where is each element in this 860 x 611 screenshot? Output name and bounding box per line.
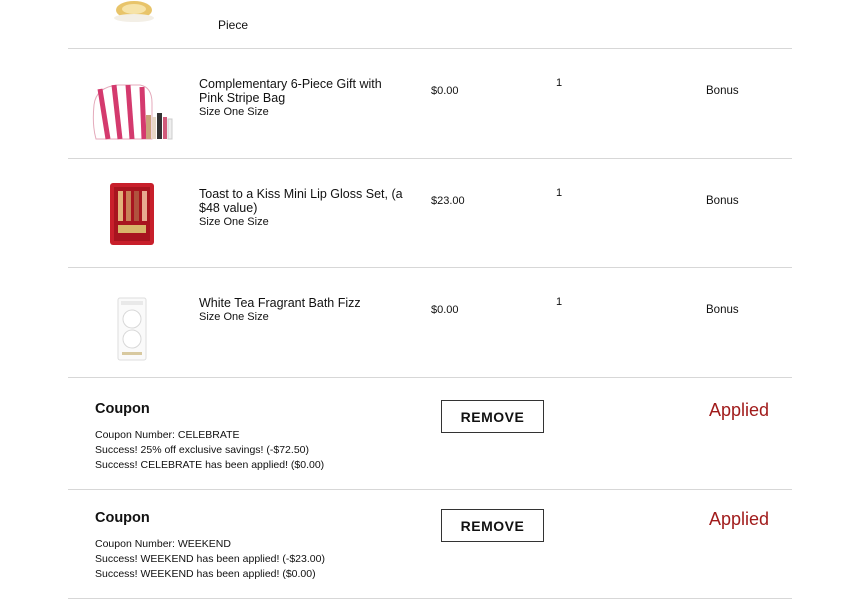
- coupon-title: Coupon: [95, 510, 150, 526]
- coupon-number: Coupon Number: WEEKEND: [95, 538, 231, 550]
- product-quantity: 1: [556, 77, 563, 89]
- product-thumbnail[interactable]: [88, 59, 176, 147]
- coupon-message: Success! WEEKEND has been applied! ($0.0…: [95, 568, 316, 580]
- cart-item-row: Toast to a Kiss Mini Lip Gloss Set, (a $…: [68, 159, 792, 268]
- product-thumbnail-partial: [114, 1, 154, 22]
- coupon-message: Success! WEEKEND has been applied! (-$23…: [95, 553, 325, 565]
- coupon-details: Coupon Number: CELEBRATE Success! 25% of…: [95, 428, 324, 473]
- product-name-link[interactable]: Complementary 6-Piece Gift with Pink Str…: [199, 77, 409, 119]
- product-status: Bonus: [706, 85, 739, 97]
- product-name[interactable]: Complementary 6-Piece Gift with Pink Str…: [199, 77, 382, 105]
- coupon-details: Coupon Number: WEEKEND Success! WEEKEND …: [95, 537, 325, 582]
- product-status: Bonus: [706, 304, 739, 316]
- product-name[interactable]: White Tea Fragrant Bath Fizz: [199, 296, 361, 310]
- remove-coupon-button[interactable]: REMOVE: [441, 509, 544, 542]
- coupon-row: Coupon Coupon Number: WEEKEND Success! W…: [68, 487, 792, 599]
- partial-item-name: Piece: [218, 18, 249, 32]
- cart-item-row: White Tea Fragrant Bath Fizz Size One Si…: [68, 268, 792, 377]
- product-size: Size One Size: [199, 311, 269, 323]
- coupon-number: Coupon Number: CELEBRATE: [95, 429, 240, 441]
- product-name[interactable]: Toast to a Kiss Mini Lip Gloss Set, (a $…: [199, 187, 403, 215]
- remove-coupon-button[interactable]: REMOVE: [441, 400, 544, 433]
- product-name-link[interactable]: White Tea Fragrant Bath Fizz Size One Si…: [199, 296, 409, 324]
- product-price: $0.00: [431, 304, 459, 316]
- coupon-status: Applied: [709, 400, 770, 420]
- divider: [68, 598, 792, 599]
- product-quantity: 1: [556, 296, 563, 308]
- cart-item-row: Complementary 6-Piece Gift with Pink Str…: [68, 49, 792, 158]
- product-size: Size One Size: [199, 216, 269, 228]
- product-price: $23.00: [431, 195, 465, 207]
- coupon-status: Applied: [709, 509, 770, 529]
- coupon-message: Success! CELEBRATE has been applied! ($0…: [95, 459, 325, 471]
- product-status: Bonus: [706, 195, 739, 207]
- product-thumbnail[interactable]: [88, 169, 176, 257]
- product-thumbnail[interactable]: [88, 278, 176, 366]
- product-size: Size One Size: [199, 106, 269, 118]
- product-quantity: 1: [556, 187, 563, 199]
- product-price: $0.00: [431, 85, 459, 97]
- product-name-link[interactable]: Toast to a Kiss Mini Lip Gloss Set, (a $…: [199, 187, 409, 229]
- coupon-message: Success! 25% off exclusive savings! (-$7…: [95, 444, 309, 456]
- coupon-row: Coupon Coupon Number: CELEBRATE Success!…: [68, 378, 792, 490]
- coupon-title: Coupon: [95, 401, 150, 417]
